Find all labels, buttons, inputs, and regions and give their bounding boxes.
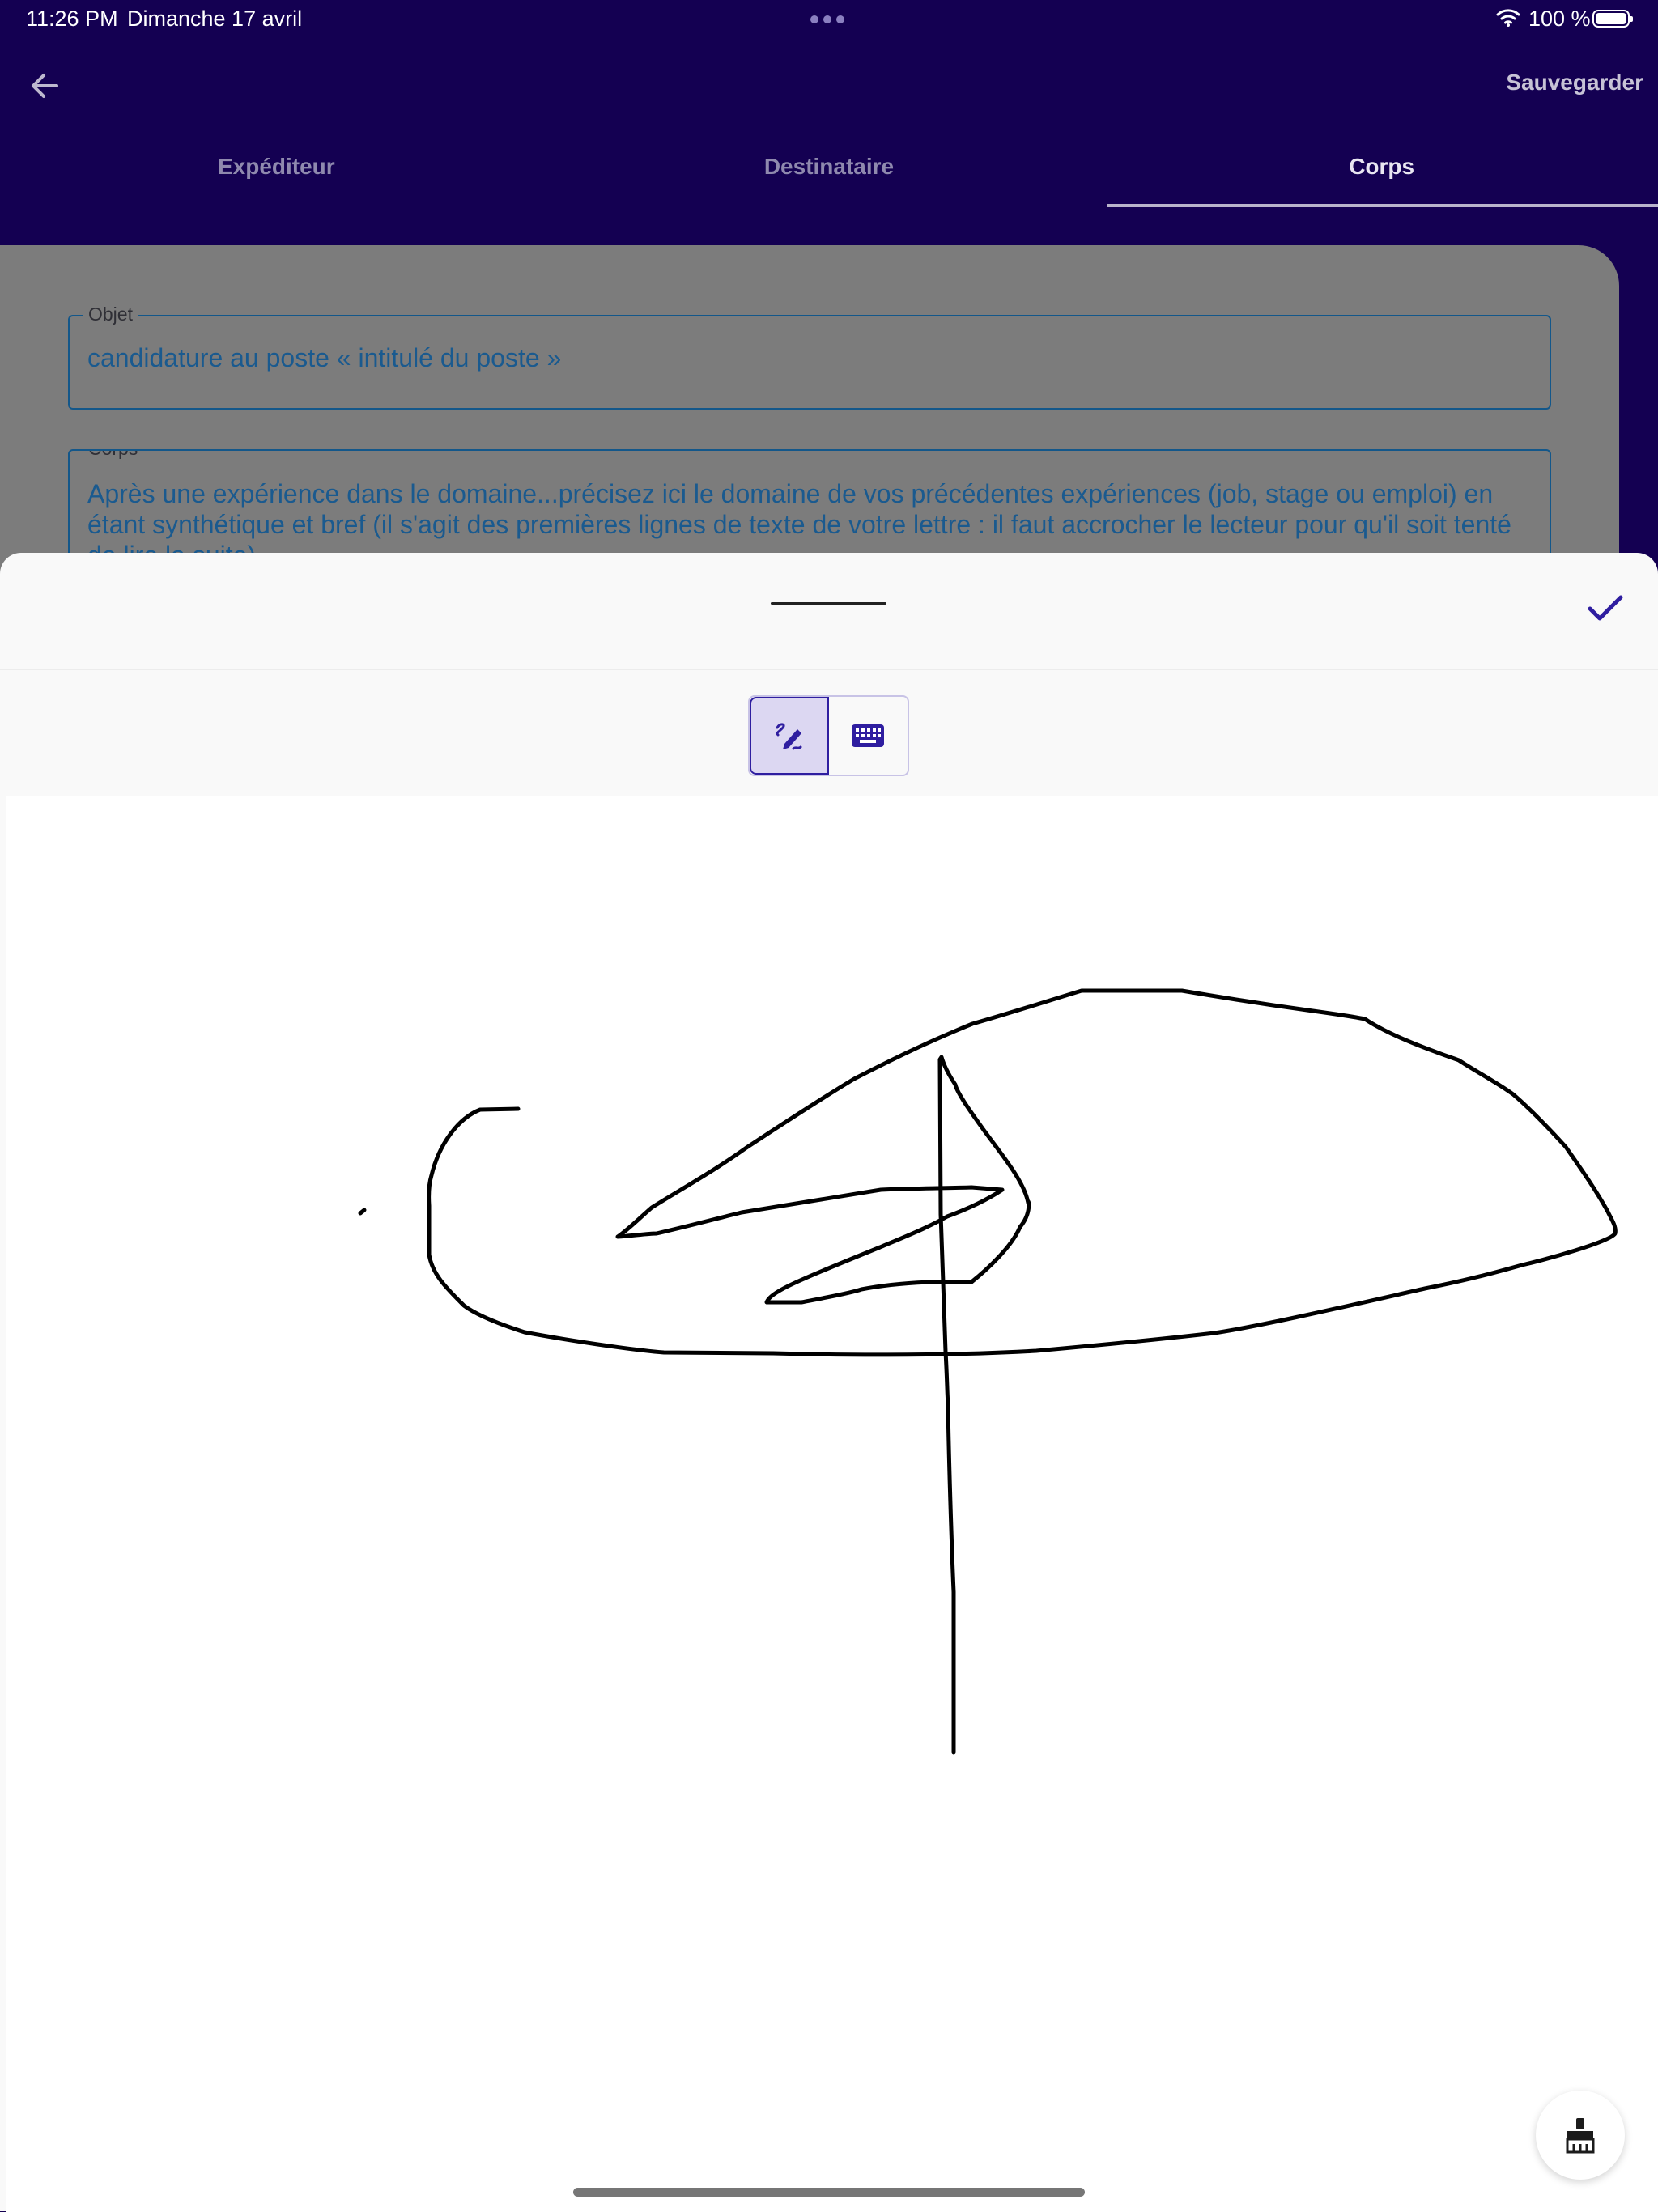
- battery-icon: [1592, 10, 1633, 28]
- wifi-icon: [1496, 9, 1520, 27]
- tab-bar: Expéditeur Destinataire Corps: [0, 121, 1658, 207]
- save-button[interactable]: Sauvegarder: [1506, 70, 1643, 96]
- objet-value: candidature au poste « intitulé du poste…: [87, 343, 562, 372]
- tab-expediteur[interactable]: Expéditeur: [0, 121, 553, 207]
- tab-corps[interactable]: Corps: [1105, 121, 1658, 207]
- home-indicator[interactable]: [573, 2188, 1085, 2197]
- signature-canvas[interactable]: [6, 796, 1658, 2212]
- tab-destinataire[interactable]: Destinataire: [553, 121, 1106, 207]
- signature-stroke: [358, 988, 1618, 1755]
- keyboard-mode-button[interactable]: [829, 697, 908, 775]
- objet-field[interactable]: Objet candidature au poste « intitulé du…: [68, 304, 1551, 410]
- pencil-draw-icon: [776, 723, 802, 750]
- broom-icon: [1566, 2118, 1595, 2154]
- sheet-divider: [0, 669, 1658, 670]
- clear-signature-button[interactable]: [1536, 2091, 1625, 2180]
- checkmark-icon[interactable]: [1585, 588, 1626, 628]
- sheet-drag-handle[interactable]: [771, 602, 886, 605]
- objet-label: Objet: [83, 304, 138, 325]
- status-date: Dimanche 17 avril: [127, 6, 303, 31]
- draw-mode-button[interactable]: [750, 697, 829, 775]
- status-time: 11:26 PM: [26, 6, 118, 31]
- battery-percent: 100 %: [1528, 6, 1591, 31]
- more-dots-icon[interactable]: [810, 15, 844, 23]
- arrow-left-icon[interactable]: [28, 68, 63, 104]
- status-bar: 11:26 PM Dimanche 17 avril 100 %: [0, 0, 1658, 39]
- keyboard-icon: [852, 724, 885, 747]
- corps-label: Corps: [83, 451, 144, 460]
- input-mode-toggle: [748, 695, 909, 776]
